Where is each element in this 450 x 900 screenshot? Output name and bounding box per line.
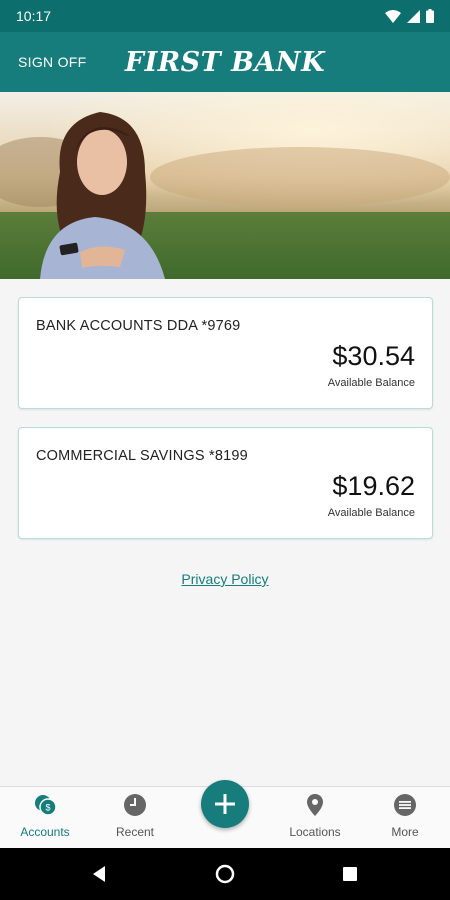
add-button[interactable] xyxy=(201,780,249,828)
battery-icon xyxy=(426,9,434,23)
more-icon xyxy=(394,794,416,816)
svg-text:$: $ xyxy=(45,803,50,813)
status-bar: 10:17 xyxy=(0,0,450,32)
system-nav-bar xyxy=(0,848,450,900)
home-icon[interactable] xyxy=(215,864,235,884)
account-name: BANK ACCOUNTS DDA *9769 xyxy=(36,318,241,334)
nav-accounts[interactable]: $ Accounts xyxy=(0,787,90,849)
account-card-savings[interactable]: COMMERCIAL SAVINGS *8199 $19.62 Availabl… xyxy=(18,427,433,539)
plus-icon xyxy=(215,794,235,814)
account-card-dda[interactable]: BANK ACCOUNTS DDA *9769 $30.54 Available… xyxy=(18,297,433,409)
privacy-container: Privacy Policy xyxy=(0,571,450,589)
account-balance: $30.54 xyxy=(332,341,415,371)
hero-image xyxy=(0,92,450,279)
account-name: COMMERCIAL SAVINGS *8199 xyxy=(36,448,248,464)
nav-recent[interactable]: Recent xyxy=(90,787,180,849)
balance-label: Available Balance xyxy=(327,377,415,389)
account-balance: $19.62 xyxy=(332,471,415,501)
nav-label: Recent xyxy=(115,825,155,839)
nav-label: Accounts xyxy=(20,825,70,839)
bottom-nav: $ Accounts Recent Locations More xyxy=(0,780,450,849)
status-icons xyxy=(385,9,434,23)
location-pin-icon xyxy=(307,794,323,816)
recents-icon[interactable] xyxy=(340,864,360,884)
app-header: SIGN OFF FIRST BANK xyxy=(0,32,450,92)
clock-icon xyxy=(124,794,146,816)
nav-label: Locations xyxy=(289,825,341,839)
signal-icon xyxy=(407,9,420,23)
woman-texting-photo xyxy=(0,92,450,279)
balance-label: Available Balance xyxy=(327,507,415,519)
back-icon[interactable] xyxy=(90,864,110,884)
status-time: 10:17 xyxy=(16,8,52,24)
nav-label: More xyxy=(391,825,419,839)
accounts-icon: $ xyxy=(35,795,57,816)
sign-off-button[interactable]: SIGN OFF xyxy=(18,54,87,70)
nav-more[interactable]: More xyxy=(360,787,450,849)
nav-locations[interactable]: Locations xyxy=(270,787,360,849)
privacy-policy-link[interactable]: Privacy Policy xyxy=(181,571,268,587)
wifi-icon xyxy=(385,9,401,23)
